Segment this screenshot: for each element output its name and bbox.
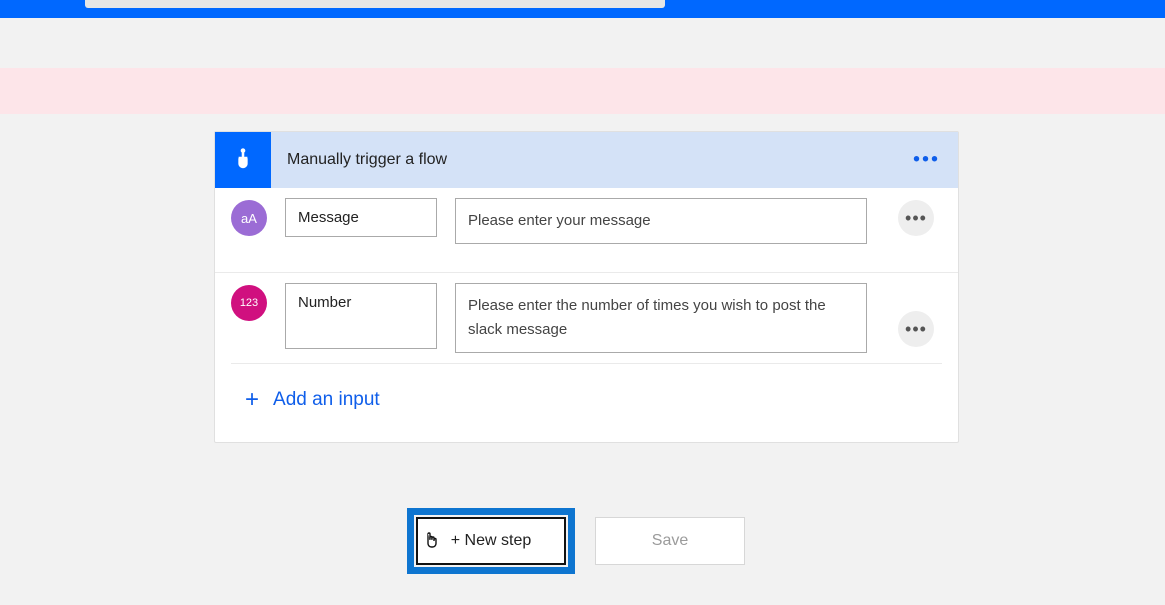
search-input-placeholder-bar[interactable]: [85, 0, 665, 8]
manual-trigger-icon: [215, 132, 271, 188]
input-row-number: 123 Number Please enter the number of ti…: [215, 273, 958, 363]
trigger-title: Manually trigger a flow: [287, 151, 447, 169]
add-input-button[interactable]: + Add an input: [215, 364, 958, 442]
bottom-action-buttons: + New step Save: [407, 508, 745, 574]
input-row-message: aA Message Please enter your message •••: [215, 188, 958, 273]
new-step-highlight: + New step: [407, 508, 575, 574]
plus-icon: +: [245, 386, 259, 414]
input-name-field[interactable]: Message: [285, 198, 437, 237]
save-button[interactable]: Save: [595, 517, 745, 565]
trigger-card: Manually trigger a flow ••• aA Message P…: [214, 131, 959, 443]
text-type-icon: aA: [231, 200, 267, 236]
new-step-button[interactable]: + New step: [416, 517, 566, 565]
add-input-label: Add an input: [273, 389, 380, 411]
input-name-field[interactable]: Number: [285, 283, 437, 349]
input-description-field[interactable]: Please enter your message: [455, 198, 867, 244]
input-description-field[interactable]: Please enter the number of times you wis…: [455, 283, 867, 353]
card-more-menu[interactable]: •••: [913, 149, 940, 172]
top-app-bar: [0, 0, 1165, 18]
number-type-icon: 123: [231, 285, 267, 321]
input-row-more-menu[interactable]: •••: [898, 200, 934, 236]
notification-banner: [0, 68, 1165, 114]
trigger-card-header[interactable]: Manually trigger a flow •••: [215, 132, 958, 188]
input-row-more-menu[interactable]: •••: [898, 311, 934, 347]
